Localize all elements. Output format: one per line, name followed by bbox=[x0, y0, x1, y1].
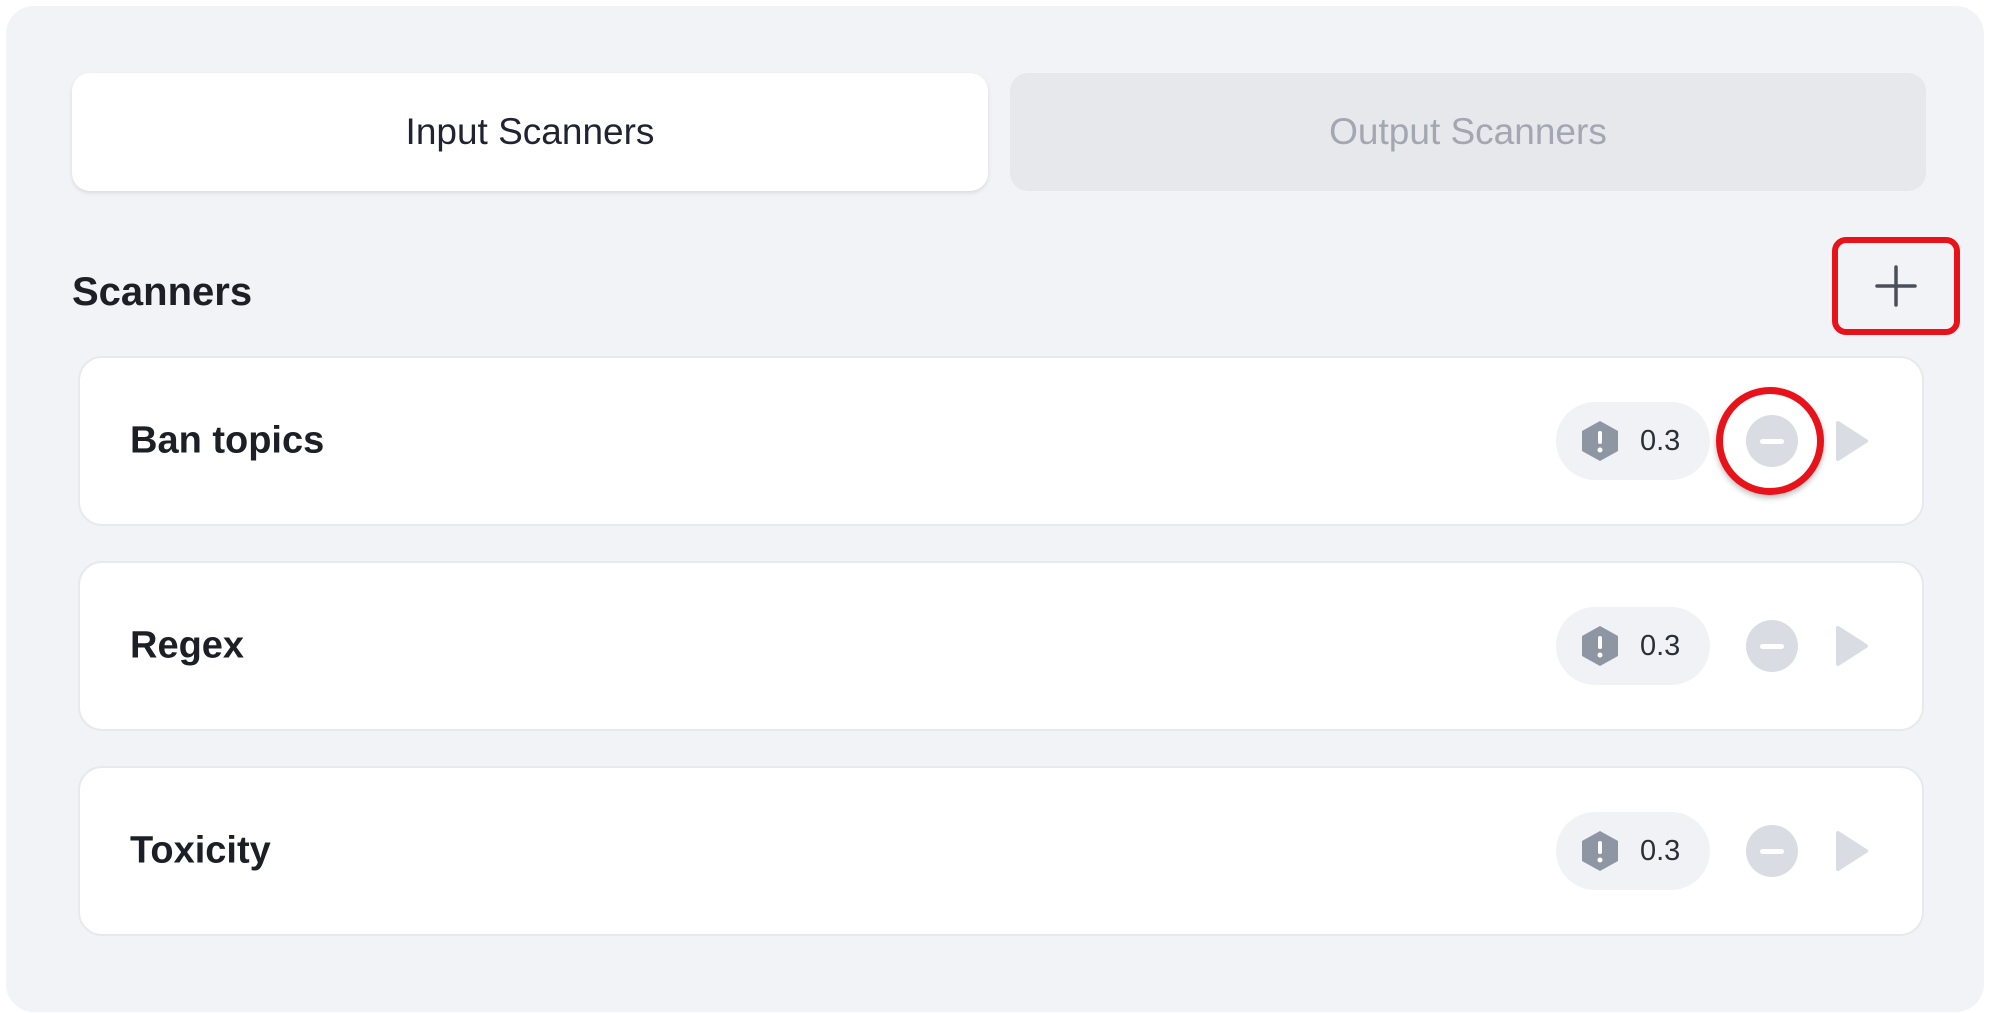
scanner-config-panel: Input Scanners Output Scanners Scanners … bbox=[6, 6, 1984, 1012]
tab-output-scanners[interactable]: Output Scanners bbox=[1010, 73, 1926, 191]
warning-hexagon-icon bbox=[1580, 419, 1620, 463]
threshold-value: 0.3 bbox=[1640, 424, 1681, 457]
minus-circle-icon bbox=[1760, 848, 1784, 854]
play-icon bbox=[1836, 626, 1868, 666]
threshold-value: 0.3 bbox=[1640, 834, 1681, 867]
run-scanner-button[interactable] bbox=[1834, 419, 1870, 463]
warning-hexagon-icon bbox=[1580, 829, 1620, 873]
minus-circle-icon bbox=[1760, 438, 1784, 444]
tab-input-scanners[interactable]: Input Scanners bbox=[72, 73, 988, 191]
remove-scanner-button[interactable] bbox=[1746, 415, 1798, 467]
scanner-name: Regex bbox=[130, 624, 245, 667]
scanner-name: Ban topics bbox=[130, 419, 325, 462]
warning-hexagon-icon bbox=[1580, 624, 1620, 668]
section-title: Scanners bbox=[72, 270, 253, 314]
play-icon bbox=[1836, 831, 1868, 871]
threshold-value: 0.3 bbox=[1640, 629, 1681, 662]
minus-circle-icon bbox=[1760, 643, 1784, 649]
run-scanner-button[interactable] bbox=[1834, 829, 1870, 873]
threshold-badge[interactable]: 0.3 bbox=[1556, 402, 1710, 480]
scanner-card: Ban topics 0.3 bbox=[78, 356, 1924, 526]
remove-scanner-button[interactable] bbox=[1746, 620, 1798, 672]
threshold-badge[interactable]: 0.3 bbox=[1556, 607, 1710, 685]
add-scanner-button[interactable] bbox=[1832, 237, 1960, 335]
threshold-badge[interactable]: 0.3 bbox=[1556, 812, 1710, 890]
remove-scanner-button[interactable] bbox=[1746, 825, 1798, 877]
scanner-card: Toxicity 0.3 bbox=[78, 766, 1924, 936]
scanner-tabs: Input Scanners Output Scanners bbox=[72, 73, 1926, 191]
run-scanner-button[interactable] bbox=[1834, 624, 1870, 668]
scanners-section-header: Scanners bbox=[72, 237, 1960, 346]
play-icon bbox=[1836, 421, 1868, 461]
plus-icon bbox=[1875, 265, 1917, 307]
scanner-card: Regex 0.3 bbox=[78, 561, 1924, 731]
scanner-name: Toxicity bbox=[130, 829, 271, 872]
